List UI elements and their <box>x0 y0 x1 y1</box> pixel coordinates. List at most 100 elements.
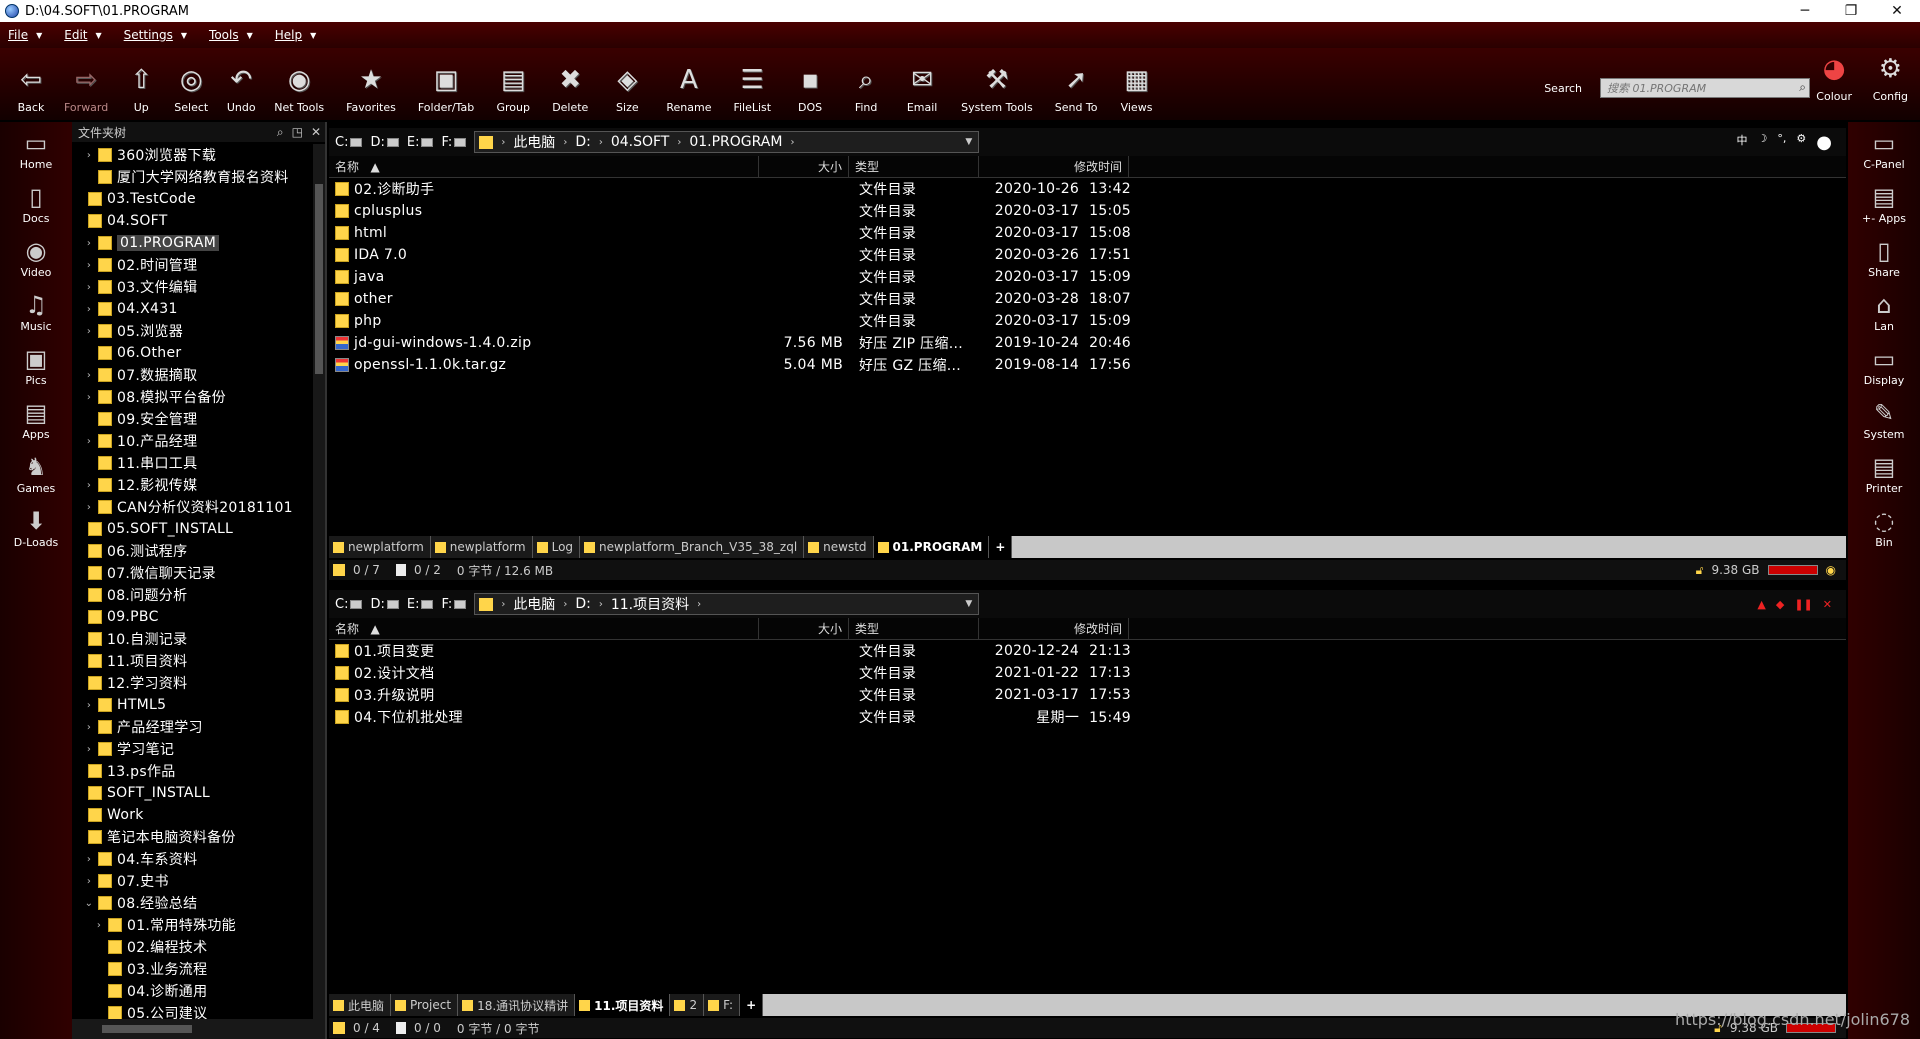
expand-icon[interactable]: › <box>84 502 94 513</box>
tree-hscrollbar[interactable] <box>72 1019 325 1039</box>
find-button[interactable]: ⌕ Find <box>845 63 887 115</box>
sidebar-item-share[interactable]: ▯ Share <box>1848 230 1920 284</box>
col-type[interactable]: 类型 <box>849 617 979 640</box>
drive-d[interactable]: D: <box>370 135 399 150</box>
expand-icon[interactable]: › <box>84 282 94 293</box>
table-row[interactable]: IDA 7.0 文件目录 2020-03-26 17:51 <box>329 244 1846 266</box>
add-tab-button[interactable]: + <box>740 994 764 1016</box>
menu-edit[interactable]: Edit ▼ <box>64 28 101 42</box>
tab-newplatform[interactable]: newplatform <box>430 536 533 558</box>
breadcrumb-item[interactable]: 此电脑 <box>513 132 555 152</box>
select-button[interactable]: ◎ Select <box>170 63 212 114</box>
tree-item[interactable]: 11.串口工具 <box>72 452 312 474</box>
tree-item[interactable]: 03.TestCode <box>72 188 312 210</box>
tree-item[interactable]: › 学习笔记 <box>72 738 312 760</box>
tree-item[interactable]: 06.Other <box>72 342 312 364</box>
sidebar-item-music[interactable]: ♫ Music <box>0 284 72 338</box>
tab-log[interactable]: Log <box>532 536 581 558</box>
sidebar-item-docs[interactable]: ▯ Docs <box>0 176 72 230</box>
col-size[interactable]: 大小 <box>759 155 849 178</box>
tab-item[interactable]: 此电脑 <box>329 994 392 1016</box>
sidebar-item-apps[interactable]: ▤ +- Apps <box>1848 176 1920 230</box>
search-input[interactable] <box>1600 78 1810 98</box>
tree-item[interactable]: 08.问题分析 <box>72 584 312 606</box>
group-button[interactable]: ▤ Group <box>492 63 534 114</box>
tree-item[interactable]: Work <box>72 804 312 826</box>
table-row[interactable]: openssl-1.1.0k.tar.gz 5.04 MB 好压 GZ 压缩... 2… <box>329 354 1846 376</box>
tree-item[interactable]: › 01.PROGRAM <box>72 232 312 254</box>
tree-item[interactable]: ⌄ 08.经验总结 <box>72 892 312 914</box>
tree-item[interactable]: › 02.时间管理 <box>72 254 312 276</box>
tree-item[interactable]: › HTML5 <box>72 694 312 716</box>
dos-button[interactable]: ▪ DOS <box>789 63 831 114</box>
tree-scrollbar[interactable] <box>313 144 325 1019</box>
tree-item[interactable]: › 04.车系资料 <box>72 848 312 870</box>
undo-button[interactable]: ↶ Undo <box>220 63 262 114</box>
breadcrumb-separator-icon[interactable]: › <box>790 137 794 148</box>
chevron-down-icon[interactable]: ▼ <box>965 599 972 609</box>
tree-item[interactable]: 厦门大学网络教育报名资料 <box>72 166 312 188</box>
search-icon[interactable]: ⌕ <box>1799 80 1806 95</box>
expand-icon[interactable]: › <box>84 436 94 447</box>
breadcrumb-item[interactable]: 此电脑 <box>513 594 555 614</box>
expand-icon[interactable]: ⌄ <box>84 898 94 909</box>
minimize-button[interactable]: ─ <box>1782 0 1828 22</box>
config-button[interactable]: ⚙ Config <box>1873 52 1908 103</box>
table-row[interactable]: 01.项目变更 文件目录 2020-12-24 21:13 <box>329 640 1846 662</box>
swap-icon[interactable]: ◆ <box>1776 598 1784 611</box>
breadcrumb-separator-icon[interactable]: › <box>501 137 505 148</box>
table-row[interactable]: other 文件目录 2020-03-28 18:07 <box>329 288 1846 310</box>
net-tools-button[interactable]: ◉ Net Tools <box>270 63 328 114</box>
table-row[interactable]: jd-gui-windows-1.4.0.zip 7.56 MB 好压 ZIP 压缩… <box>329 332 1846 354</box>
dot-icon[interactable]: °, <box>1777 132 1786 153</box>
expand-icon[interactable]: › <box>84 370 94 381</box>
menu-help[interactable]: Help ▼ <box>275 28 317 42</box>
expand-icon[interactable]: › <box>84 700 94 711</box>
table-row[interactable]: 02.诊断助手 文件目录 2020-10-26 13:42 <box>329 178 1846 200</box>
breadcrumb-separator-icon[interactable]: › <box>599 599 603 610</box>
address-bar[interactable]: › 此电脑 › D: › 11.项目资料 › ▼ <box>474 593 980 615</box>
close-pane-icon[interactable]: ✕ <box>1823 598 1832 611</box>
tree-item[interactable]: › 04.X431 <box>72 298 312 320</box>
col-type[interactable]: 类型 <box>849 155 979 178</box>
drive-e[interactable]: E: <box>407 135 434 150</box>
tree-item[interactable]: › 07.数据摘取 <box>72 364 312 386</box>
drive-c[interactable]: C: <box>335 135 363 150</box>
address-bar[interactable]: › 此电脑 › D: › 04.SOFT › 01.PROGRAM › ▼ <box>474 131 980 153</box>
folder-tab-button[interactable]: ▣ Folder/Tab <box>414 63 478 114</box>
tree-item[interactable]: › 12.影视传媒 <box>72 474 312 496</box>
moon-icon[interactable]: ☽ <box>1758 132 1768 153</box>
col-modified[interactable]: 修改时间 <box>979 155 1129 178</box>
sidebar-item-printer[interactable]: ▤ Printer <box>1848 446 1920 500</box>
tab-project[interactable]: Project <box>391 994 459 1016</box>
expand-icon[interactable]: › <box>84 854 94 865</box>
table-row[interactable]: cplusplus 文件目录 2020-03-17 15:05 <box>329 200 1846 222</box>
tree-item[interactable]: › 08.模拟平台备份 <box>72 386 312 408</box>
tree-item[interactable]: › 产品经理学习 <box>72 716 312 738</box>
filelist-button[interactable]: ☰ FileList <box>729 63 775 114</box>
add-tab-button[interactable]: + <box>989 536 1013 558</box>
sidebar-item-c-panel[interactable]: ▭ C-Panel <box>1848 122 1920 176</box>
tree-item[interactable]: › 07.史书 <box>72 870 312 892</box>
breadcrumb-separator-icon[interactable]: › <box>677 137 681 148</box>
tree-item[interactable]: 07.微信聊天记录 <box>72 562 312 584</box>
expand-icon[interactable]: › <box>84 238 94 249</box>
send-to-button[interactable]: ➚ Send To <box>1051 63 1102 114</box>
expand-icon[interactable]: › <box>84 744 94 755</box>
tab-newstd[interactable]: newstd <box>804 536 874 558</box>
close-button[interactable]: ✕ <box>1874 0 1920 22</box>
back-button[interactable]: ⇦ Back <box>10 63 52 114</box>
drive-f[interactable]: F: <box>441 597 467 612</box>
drive-e[interactable]: E: <box>407 597 434 612</box>
tree-item[interactable]: › 01.常用特殊功能 <box>72 914 312 936</box>
breadcrumb-item[interactable]: 01.PROGRAM <box>689 134 782 150</box>
tree-item[interactable]: 03.业务流程 <box>72 958 312 980</box>
expand-icon[interactable]: › <box>84 480 94 491</box>
chevron-down-icon[interactable]: ▼ <box>965 137 972 147</box>
col-name[interactable]: 名称 ▲ <box>329 617 759 640</box>
table-row[interactable]: 03.升级说明 文件目录 2021-03-17 17:53 <box>329 684 1846 706</box>
expand-icon[interactable]: › <box>84 304 94 315</box>
breadcrumb-item[interactable]: D: <box>575 134 591 150</box>
sidebar-item-video[interactable]: ◉ Video <box>0 230 72 284</box>
tree-item[interactable]: 13.ps作品 <box>72 760 312 782</box>
